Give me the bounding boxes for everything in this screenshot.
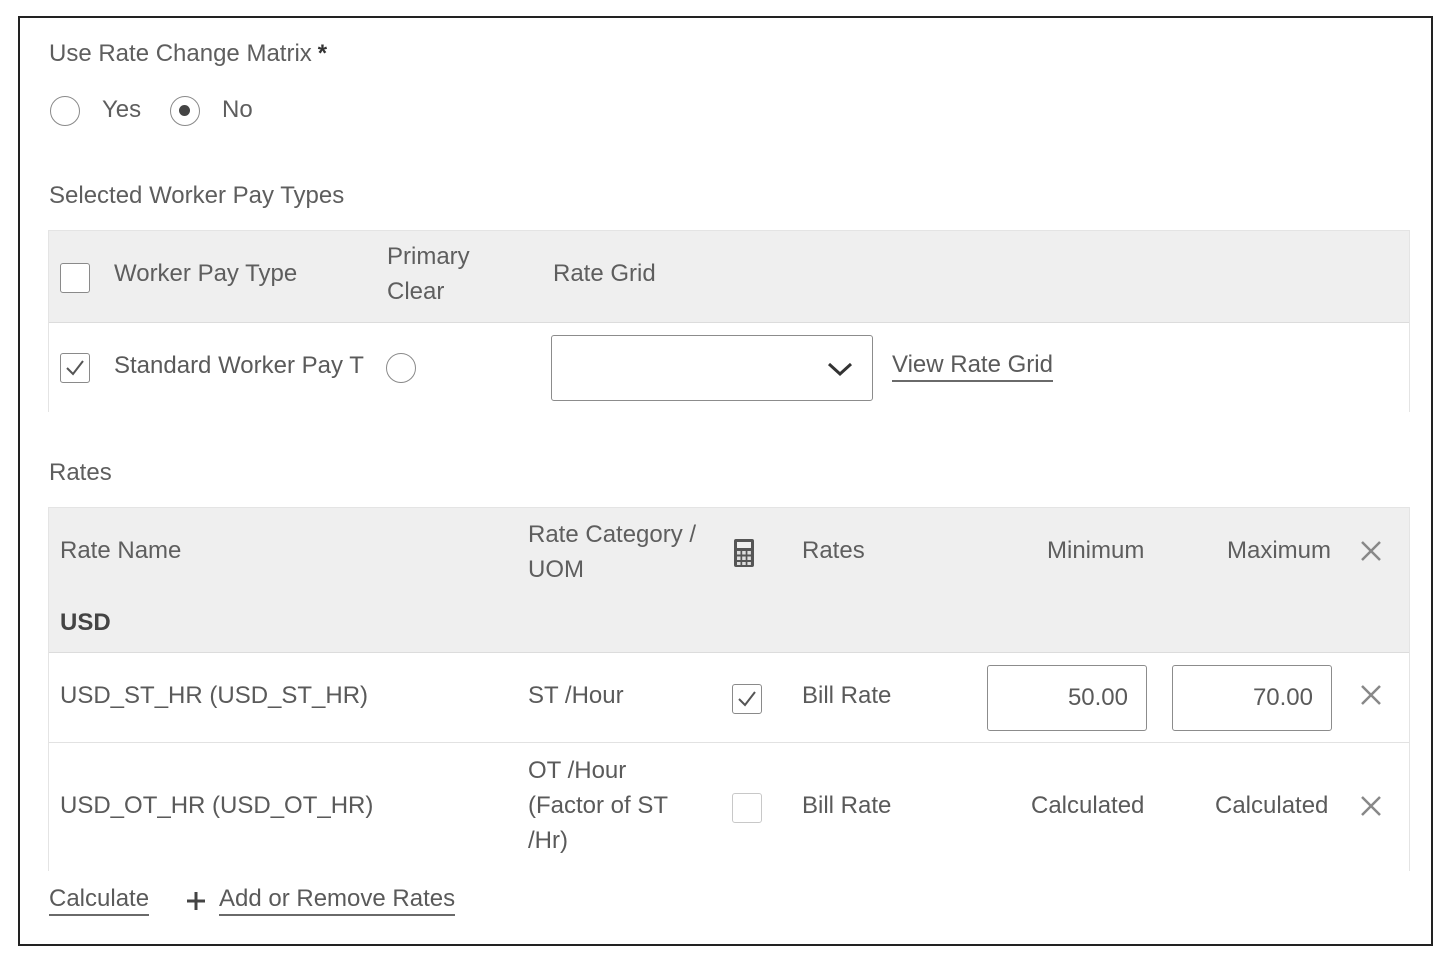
rate-category-line-3: /Hr)	[528, 827, 568, 854]
rate-row: USD_ST_HR (USD_ST_HR) ST /Hour Bill Rate	[49, 653, 1409, 743]
rate-type: Bill Rate	[802, 792, 892, 819]
currency-group-label: USD	[60, 609, 111, 636]
minimum-value: Calculated	[1031, 792, 1145, 819]
rates-table: Rate Name Rate Category / UOM Rates Mini…	[48, 507, 1410, 871]
rate-type: Bill Rate	[802, 682, 892, 709]
col-maximum: Maximum	[1227, 537, 1332, 564]
checkmark-icon	[738, 691, 756, 707]
pay-type-name: Standard Worker Pay T	[114, 352, 364, 379]
radio-yes[interactable]	[50, 96, 80, 126]
rate-category: ST /Hour	[528, 682, 624, 709]
col-rate-category: Rate Category /	[528, 521, 697, 548]
col-rates: Rates	[802, 537, 865, 564]
primary-radio[interactable]	[386, 353, 416, 383]
remove-rate-icon[interactable]	[1360, 684, 1382, 706]
calculate-link-text[interactable]: Calculate	[49, 885, 150, 916]
view-rate-grid-link-text[interactable]: View Rate Grid	[892, 351, 1053, 382]
plus-icon[interactable]	[185, 890, 207, 912]
rate-change-matrix-label: Use Rate Change Matrix *	[49, 40, 327, 68]
radio-no-label[interactable]: No	[222, 96, 253, 124]
calculate-link[interactable]: Calculate	[49, 885, 150, 916]
calc-checkbox[interactable]	[732, 684, 762, 714]
col-rate-name: Rate Name	[60, 537, 182, 564]
radio-yes-label[interactable]: Yes	[102, 96, 141, 124]
col-minimum: Minimum	[1047, 537, 1145, 564]
calculator-icon[interactable]	[733, 538, 755, 568]
maximum-value: Calculated	[1215, 792, 1329, 819]
pay-type-row: Standard Worker Pay T View Rate Grid	[49, 323, 1409, 412]
remove-rate-icon[interactable]	[1360, 795, 1382, 817]
rate-name: USD_ST_HR (USD_ST_HR)	[60, 682, 369, 709]
required-marker: *	[317, 40, 328, 67]
chevron-down-icon	[827, 362, 853, 377]
maximum-input[interactable]	[1172, 665, 1332, 731]
calc-checkbox[interactable]	[732, 793, 762, 823]
col-rate-category-uom: UOM	[528, 556, 584, 583]
rates-header: Rate Name Rate Category / UOM Rates Mini…	[49, 508, 1409, 653]
rates-section-title: Rates	[49, 459, 112, 486]
rate-change-matrix-label-text: Use Rate Change Matrix	[49, 40, 312, 67]
minimum-input[interactable]	[987, 665, 1147, 731]
add-remove-rates-link[interactable]: Add or Remove Rates	[219, 885, 456, 916]
rate-row: USD_OT_HR (USD_OT_HR) OT /Hour (Factor o…	[49, 743, 1409, 871]
radio-no[interactable]	[170, 96, 200, 126]
rate-category: OT /Hour	[528, 757, 627, 784]
add-remove-rates-link-text[interactable]: Add or Remove Rates	[219, 885, 456, 916]
rate-category-line-2: (Factor of ST	[528, 792, 669, 819]
select-all-checkbox[interactable]	[60, 263, 90, 293]
pay-type-row-checkbox[interactable]	[60, 353, 90, 383]
col-rate-grid: Rate Grid	[553, 260, 656, 287]
col-primary-clear[interactable]: Clear	[387, 275, 444, 309]
pay-types-section-title: Selected Worker Pay Types	[49, 182, 345, 209]
col-primary: Primary	[387, 243, 470, 270]
view-rate-grid-link[interactable]: View Rate Grid	[892, 348, 1053, 382]
pay-types-header: Worker Pay Type Primary Clear Rate Grid	[49, 231, 1409, 323]
col-worker-pay-type: Worker Pay Type	[114, 260, 298, 287]
rate-grid-select[interactable]	[551, 335, 873, 401]
pay-types-table: Worker Pay Type Primary Clear Rate Grid …	[48, 230, 1410, 412]
rate-name: USD_OT_HR (USD_OT_HR)	[60, 792, 374, 819]
close-icon[interactable]	[1360, 540, 1382, 562]
checkmark-icon	[66, 360, 84, 376]
